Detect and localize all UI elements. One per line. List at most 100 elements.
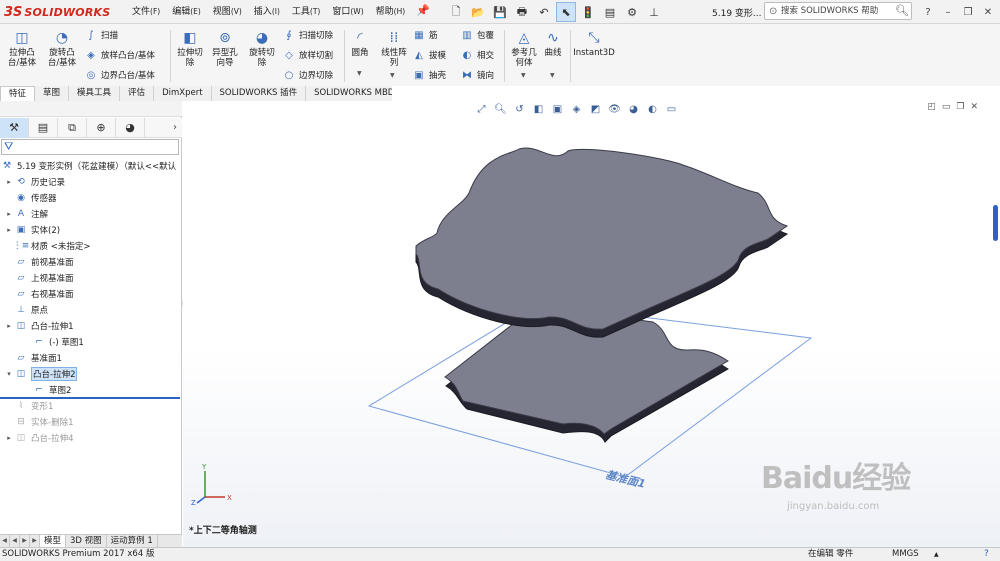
menu-window[interactable]: 窗口(W) — [326, 5, 369, 19]
next-tab-icon[interactable]: ▶ — [20, 535, 30, 547]
rebuild-icon[interactable]: 🚦 — [578, 2, 598, 22]
property-manager-tab-icon[interactable]: ▤ — [29, 117, 58, 138]
expand-arrow-icon[interactable]: ▸ — [4, 226, 14, 234]
first-tab-icon[interactable]: ◀ — [0, 535, 10, 547]
expand-arrow-icon[interactable]: ▾ — [4, 370, 14, 378]
help-search-input[interactable]: ⊙ 搜索 SOLIDWORKS 帮助 🔍︎ — [764, 2, 912, 20]
close-icon[interactable]: ✕ — [978, 2, 998, 22]
tree-item[interactable]: ⌐ (-) 草图1 — [0, 334, 182, 350]
tree-item[interactable]: ▸ ◫ 凸台-拉伸1 — [0, 318, 182, 334]
boundary-boss-button[interactable]: ◎ 边界凸台/基体 — [84, 68, 155, 82]
save-icon[interactable]: 💾 — [490, 2, 510, 22]
revolve-cut-button[interactable]: ◕ 旋转切 除 — [242, 28, 282, 68]
chevron-down-icon[interactable]: ▼ — [390, 72, 395, 79]
boundary-cut-button[interactable]: ○ 边界切除 — [282, 68, 333, 82]
linear-pattern-button[interactable]: ⁞⁞ 线性阵 列 — [374, 28, 414, 68]
loft-boss-button[interactable]: ◈ 放样凸台/基体 — [84, 48, 155, 62]
upper-plate-body[interactable] — [415, 147, 789, 338]
feature-manager-tab-icon[interactable]: ⚒ — [0, 117, 29, 138]
menu-tools[interactable]: 工具(T) — [286, 5, 326, 19]
chevron-right-icon[interactable]: › — [173, 122, 177, 133]
help-icon[interactable]: ? — [984, 548, 989, 561]
loft-cut-button[interactable]: ◇ 放样切割 — [282, 48, 333, 62]
chevron-down-icon[interactable]: ▼ — [521, 72, 526, 79]
search-icon[interactable]: 🔍︎ — [895, 3, 909, 19]
tree-item[interactable]: ▸ A 注解 — [0, 206, 182, 222]
chevron-up-icon[interactable]: ▲ — [934, 548, 939, 561]
extrude-cut-button[interactable]: ◧ 拉伸切 除 — [170, 28, 210, 68]
tree-item[interactable]: ⌇ 变形1 — [0, 398, 182, 414]
tree-item[interactable]: ⊥ 原点 — [0, 302, 182, 318]
tab-3d-view[interactable]: 3D 视图 — [66, 535, 107, 547]
tree-item[interactable]: ⋮≡ 材质 <未指定> — [0, 238, 182, 254]
panel-grip[interactable] — [0, 101, 182, 117]
tab-solidworks-addins[interactable]: SOLIDWORKS 插件 — [212, 86, 307, 101]
origin-marker-icon[interactable]: ⊥ — [644, 2, 664, 22]
select-icon[interactable]: ⬉ — [556, 2, 576, 22]
configuration-manager-tab-icon[interactable]: ⧉ — [58, 117, 87, 138]
pin-menu-icon[interactable]: 📌 — [416, 4, 430, 17]
draft-button[interactable]: ◭ 拔模 — [412, 48, 446, 62]
tab-features[interactable]: 特征 — [0, 86, 36, 101]
tab-model[interactable]: 模型 — [40, 535, 67, 547]
tree-item[interactable]: ▱ 前视基准面 — [0, 254, 182, 270]
undo-icon[interactable]: ↶ — [534, 2, 554, 22]
tree-item[interactable]: ▸ ◫ 凸台-拉伸4 — [0, 430, 182, 446]
rollback-bar[interactable] — [0, 397, 180, 399]
tree-item[interactable]: ◉ 传感器 — [0, 190, 182, 206]
graphics-area[interactable]: ⤢ 🔍︎ ↺ ◧ ▣ ◈ ◩ 👁 ◕ ◐ ▭ ◰ ▭ ❐ ✕ 基准面1 Y X … — [183, 101, 1000, 547]
intersect-button[interactable]: ◐ 相交 — [460, 48, 494, 62]
restore-icon[interactable]: ❐ — [958, 2, 978, 22]
menu-view[interactable]: 视图(V) — [207, 5, 248, 19]
fillet-button[interactable]: ◜ 圆角 — [342, 28, 378, 58]
minimize-icon[interactable]: – — [938, 2, 958, 22]
print-icon[interactable]: 🖶 — [512, 2, 532, 22]
menu-file[interactable]: 文件(F) — [126, 5, 166, 19]
expand-arrow-icon[interactable]: ▸ — [4, 210, 14, 218]
tree-item[interactable]: ▱ 右视基准面 — [0, 286, 182, 302]
tree-item[interactable]: ▸ ▣ 实体(2) — [0, 222, 182, 238]
menu-edit[interactable]: 编辑(E) — [166, 5, 207, 19]
shell-button[interactable]: ▣ 抽壳 — [412, 68, 446, 82]
sweep-button[interactable]: ∫ 扫描 — [84, 28, 118, 42]
tree-item[interactable]: ▱ 上视基准面 — [0, 270, 182, 286]
wrap-button[interactable]: ▥ 包覆 — [460, 28, 494, 42]
tab-motion-study[interactable]: 运动算例 1 — [107, 535, 158, 547]
expand-arrow-icon[interactable]: ▸ — [4, 178, 14, 186]
tree-filter-input[interactable]: ⛛ — [1, 139, 179, 155]
options-icon[interactable]: ⚙ — [622, 2, 642, 22]
tab-dimxpert[interactable]: DimXpert — [154, 86, 212, 101]
tab-mold-tools[interactable]: 模具工具 — [69, 86, 121, 101]
new-document-icon[interactable]: 🗋 — [446, 2, 466, 22]
tab-evaluate[interactable]: 评估 — [120, 86, 155, 101]
unit-system-selector[interactable]: MMGS — [892, 548, 919, 561]
expand-arrow-icon[interactable]: ▸ — [4, 434, 14, 442]
curves-button[interactable]: ∿ 曲线 — [536, 28, 570, 58]
expand-arrow-icon[interactable]: ▸ — [4, 322, 14, 330]
chevron-down-icon[interactable]: ▼ — [550, 72, 555, 79]
tree-item[interactable]: ▾ ◫ 凸台-拉伸2 — [0, 366, 182, 382]
menu-insert[interactable]: 插入(I) — [248, 5, 286, 19]
dimxpert-manager-tab-icon[interactable]: ⊕ — [87, 117, 116, 138]
help-icon[interactable]: ? — [918, 2, 938, 22]
display-manager-tab-icon[interactable]: ◕ — [116, 117, 145, 138]
tab-solidworks-mbd[interactable]: SOLIDWORKS MBD — [306, 86, 404, 101]
sweep-cut-button[interactable]: ∮ 扫描切除 — [282, 28, 333, 42]
revolve-boss-button[interactable]: ◔ 旋转凸 台/基体 — [42, 28, 82, 68]
tree-item[interactable]: ▱ 基准面1 — [0, 350, 182, 366]
mirror-button[interactable]: ⧓ 镜向 — [460, 68, 494, 82]
file-properties-icon[interactable]: ▤ — [600, 2, 620, 22]
tree-root-part[interactable]: ⚒ 5.19 变形实例（花盆建模）（默认<<默认 — [0, 158, 182, 174]
tree-item[interactable]: ⌐ 草图2 — [0, 382, 182, 398]
extrude-boss-button[interactable]: ◫ 拉伸凸 台/基体 — [2, 28, 42, 68]
prev-tab-icon[interactable]: ◀ — [10, 535, 20, 547]
tab-sketch[interactable]: 草图 — [35, 86, 70, 101]
solidworks-logo[interactable]: 3S SOLIDWORKS — [4, 4, 110, 20]
instant3d-button[interactable]: ⤡ Instant3D — [572, 28, 616, 58]
hole-wizard-button[interactable]: ⊚ 异型孔 向导 — [205, 28, 245, 68]
chevron-down-icon[interactable]: ▼ — [357, 70, 362, 77]
open-icon[interactable]: 📂 — [468, 2, 488, 22]
tree-item[interactable]: ⊟ 实体-删除1 — [0, 414, 182, 430]
rib-button[interactable]: ▦ 筋 — [412, 28, 437, 42]
tree-item[interactable]: ▸ ⟲ 历史记录 — [0, 174, 182, 190]
